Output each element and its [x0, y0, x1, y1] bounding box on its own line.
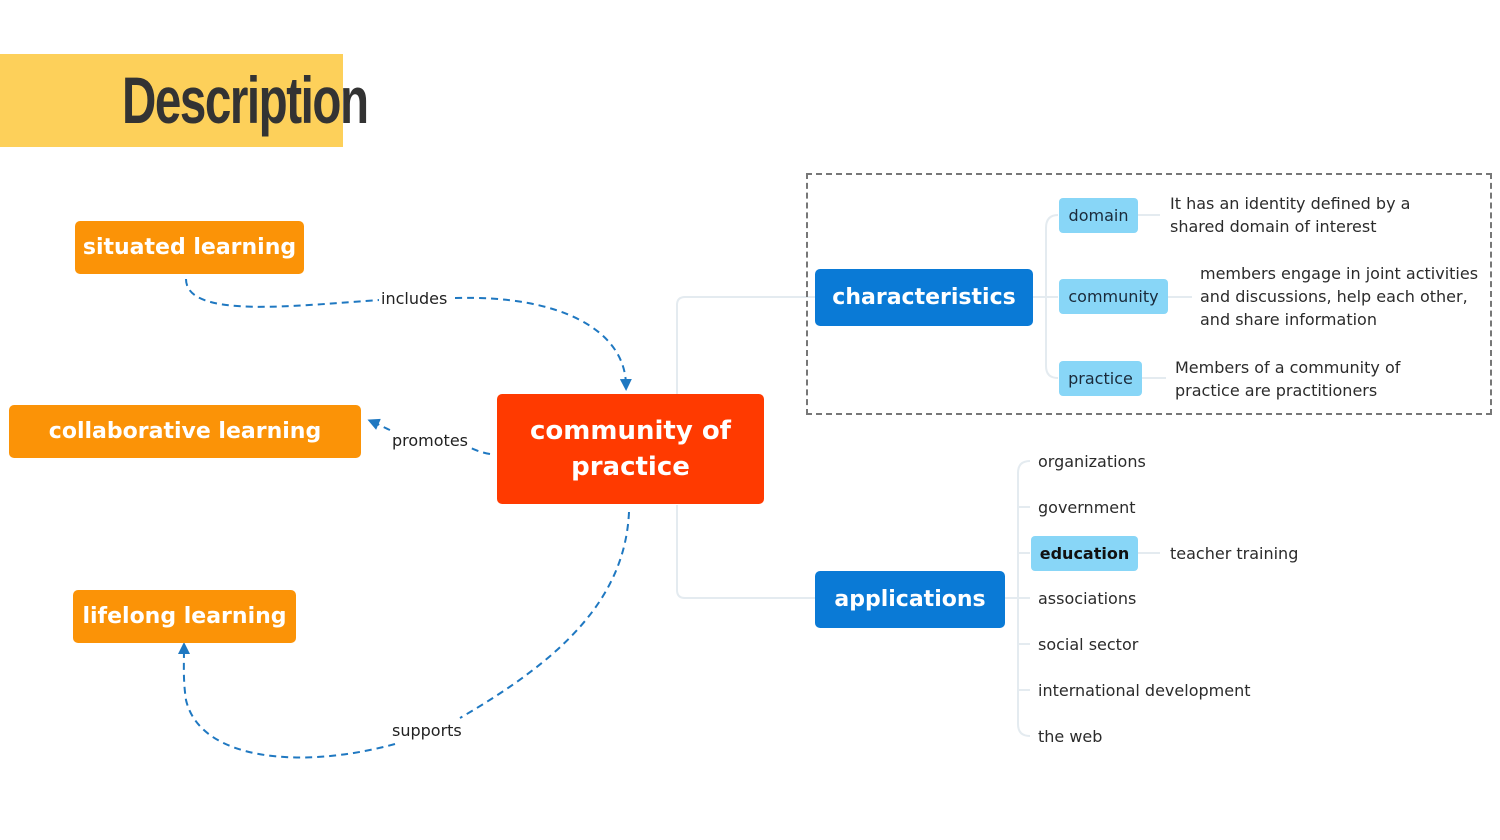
- application-international-development[interactable]: international development: [1038, 679, 1250, 702]
- description-practice: Members of a community of practice are p…: [1175, 356, 1400, 402]
- relation-label-promotes: promotes: [390, 431, 470, 450]
- application-the-web[interactable]: the web: [1038, 725, 1102, 748]
- branch-characteristics[interactable]: characteristics: [815, 269, 1033, 326]
- description-line: Members of a community of: [1175, 358, 1401, 377]
- applications-sub-connector: [1005, 460, 1031, 737]
- application-social-sector[interactable]: social sector: [1038, 633, 1138, 656]
- relation-label-includes: includes: [379, 289, 450, 308]
- branch-applications[interactable]: applications: [815, 571, 1005, 628]
- description-line: and share information: [1200, 310, 1377, 329]
- application-government[interactable]: government: [1038, 496, 1136, 519]
- application-education-teacher-training[interactable]: teacher training: [1170, 542, 1298, 565]
- relation-label-supports: supports: [390, 721, 464, 740]
- central-node-community-of-practice[interactable]: community of practice: [497, 394, 764, 504]
- description-line: It has an identity defined by a: [1170, 194, 1411, 213]
- node-lifelong-learning[interactable]: lifelong learning: [73, 590, 296, 643]
- node-collaborative-learning[interactable]: collaborative learning: [9, 405, 361, 458]
- branch-connector-characteristics: [676, 296, 815, 395]
- description-community: members engage in joint activities and d…: [1200, 262, 1478, 331]
- chip-community[interactable]: community: [1059, 279, 1168, 314]
- application-education[interactable]: education: [1031, 536, 1138, 571]
- application-associations[interactable]: associations: [1038, 587, 1136, 610]
- description-line: shared domain of interest: [1170, 217, 1377, 236]
- application-organizations[interactable]: organizations: [1038, 450, 1146, 473]
- description-domain: It has an identity defined by a shared d…: [1170, 192, 1410, 238]
- branch-connector-applications: [676, 505, 815, 599]
- description-line: practice are practitioners: [1175, 381, 1378, 400]
- node-situated-learning[interactable]: situated learning: [75, 221, 304, 274]
- description-line: and discussions, help each other,: [1200, 287, 1468, 306]
- chip-practice[interactable]: practice: [1059, 361, 1142, 396]
- description-line: members engage in joint activities: [1200, 264, 1479, 283]
- chip-domain[interactable]: domain: [1059, 198, 1138, 233]
